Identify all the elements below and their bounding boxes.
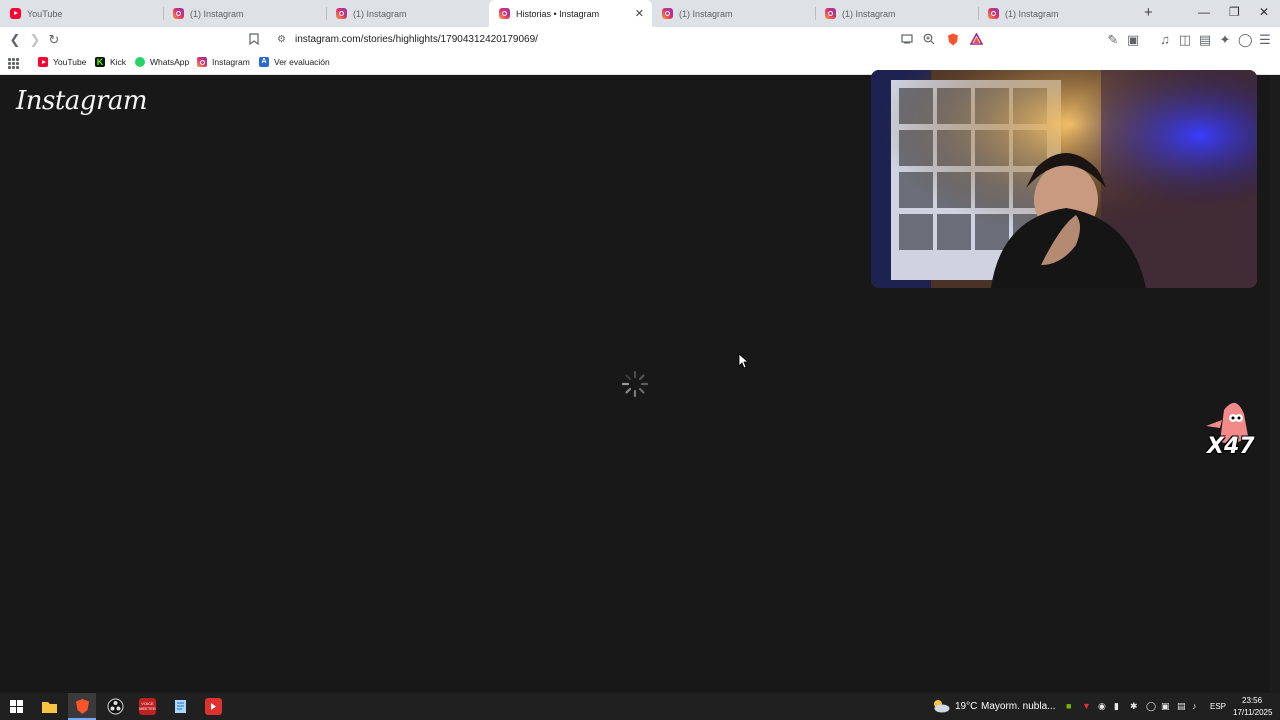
tab-title: Historias • Instagram [516,8,600,19]
instagram-icon [197,57,207,67]
kick-icon: K [95,57,105,67]
wallet-icon[interactable]: ▤ [1198,33,1212,47]
media-icon[interactable]: ♫ [1158,33,1172,47]
bookmark-whatsapp[interactable]: WhatsApp [135,57,189,67]
bookmark-kick[interactable]: K Kick [95,57,126,67]
volume-icon[interactable]: ♪ [1192,701,1197,711]
bookmark-label: Ver evaluación [274,57,330,67]
bookmark-label: Kick [110,57,127,67]
bookmark-ver-evaluacion[interactable]: A Ver evaluación [259,57,330,67]
brave-browser-icon[interactable] [74,698,91,715]
loading-spinner-icon [621,370,649,398]
display-tray-icon[interactable]: ▣ [1161,701,1170,712]
network-icon[interactable]: ▤ [1177,701,1186,712]
instagram-icon [825,8,836,19]
tab-title: (1) Instagram [842,8,896,19]
sync-tray-icon[interactable]: ◯ [1146,701,1156,712]
leo-ai-icon[interactable]: ✦ [1218,33,1232,47]
mouse-cursor-icon [738,353,748,369]
tab-title: (1) Instagram [353,8,407,19]
bookmark-instagram[interactable]: Instagram [197,57,250,67]
browser-toolbar: ❮ ❯ ↻ ⚙ instagram.com/stories/highlights… [0,27,1280,53]
instagram-icon [336,8,347,19]
instagram-icon [988,8,999,19]
sidebar-icon[interactable]: ◫ [1178,33,1192,47]
notes-app-icon[interactable] [172,698,189,715]
tab-title: (1) Instagram [190,8,244,19]
webcam-overlay [871,70,1257,288]
voicemeeter-icon[interactable]: VOICE MEETER [139,698,156,715]
restore-button[interactable]: ❐ [1229,5,1240,19]
language-indicator[interactable]: ESP [1210,702,1226,711]
cast-icon[interactable] [900,33,914,47]
reload-icon[interactable]: ↻ [47,33,61,47]
address-bar[interactable]: ⚙ instagram.com/stories/highlights/17904… [270,29,990,51]
youtube-icon [10,8,21,19]
tab-groups-icon[interactable]: ▣ [1126,33,1140,47]
tab-instagram-2[interactable]: (1) Instagram [326,0,489,27]
tab-strip: YouTube (1) Instagram (1) Instagram Hist… [0,0,1280,27]
weather-cloud-icon[interactable] [932,699,950,718]
youtube-icon [38,57,48,67]
microphone-icon[interactable]: ▮ [1114,701,1119,712]
nvidia-icon[interactable]: ■ [1066,701,1071,711]
file-explorer-icon[interactable] [41,698,58,715]
bookmark-label: WhatsApp [150,57,190,67]
extensions-icon[interactable]: ✎ [1106,33,1120,47]
whatsapp-icon [135,57,145,67]
overlay-counter: X47 [1207,434,1255,459]
instagram-icon [499,8,510,19]
tab-instagram-1[interactable]: (1) Instagram [163,0,326,27]
close-tab-icon[interactable]: ✕ [635,7,644,20]
tab-historias-active[interactable]: Historias • Instagram ✕ [489,0,652,27]
clock-date[interactable]: 17/11/2025 [1233,708,1272,717]
ver-evaluacion-icon: A [259,57,269,67]
tab-instagram-5[interactable]: (1) Instagram [978,0,1141,27]
obs-tray-icon[interactable]: ◉ [1098,701,1106,712]
tab-title: YouTube [27,8,63,19]
tab-instagram-4[interactable]: (1) Instagram [815,0,978,27]
windows-taskbar: VOICE MEETER 19°C Mayorm. nubla... ■ ▼ ◉… [0,693,1280,720]
clock-time[interactable]: 23:56 [1242,696,1262,705]
vpn-icon[interactable]: ◯ [1238,33,1253,47]
tab-youtube[interactable]: YouTube [0,0,163,27]
minimize-button[interactable]: — [1198,5,1210,19]
patrick-sticker-overlay: X47 [1200,396,1255,462]
bookmark-page-icon[interactable] [247,33,261,47]
apps-grid-icon[interactable] [8,58,19,69]
tab-instagram-3[interactable]: (1) Instagram [652,0,815,27]
brave-rewards-icon[interactable] [969,32,983,47]
url-text[interactable]: instagram.com/stories/highlights/1790431… [295,34,538,45]
forward-icon[interactable]: ❯ [28,33,42,47]
obs-icon[interactable] [107,698,124,715]
menu-icon[interactable]: ☰ [1258,33,1272,47]
settings-tray-icon[interactable]: ✱ [1130,701,1138,712]
bookmark-label: YouTube [53,57,87,67]
new-tab-button[interactable]: + [1144,4,1153,21]
bookmark-label: Instagram [212,57,250,67]
close-window-button[interactable]: ✕ [1259,5,1269,19]
windows-start-icon[interactable] [8,698,25,715]
weather-temp[interactable]: 19°C [955,701,977,712]
zoom-icon[interactable] [922,33,936,47]
mic-muted-icon[interactable]: ▼ [1082,701,1091,711]
tab-title: (1) Instagram [679,8,733,19]
voicemeeter-label: VOICE MEETER [139,701,156,711]
instagram-logo[interactable]: Instagram [16,86,148,116]
weather-description[interactable]: Mayorm. nubla... [981,701,1055,712]
page-scrollbar[interactable] [1270,76,1280,693]
tab-title: (1) Instagram [1005,8,1059,19]
brave-shields-icon[interactable] [946,33,960,47]
site-settings-icon[interactable]: ⚙ [277,34,286,45]
back-icon[interactable]: ❮ [8,33,22,47]
instagram-icon [173,8,184,19]
bookmark-youtube[interactable]: YouTube [38,57,86,67]
streaming-app-icon[interactable] [205,698,222,715]
instagram-icon [662,8,673,19]
